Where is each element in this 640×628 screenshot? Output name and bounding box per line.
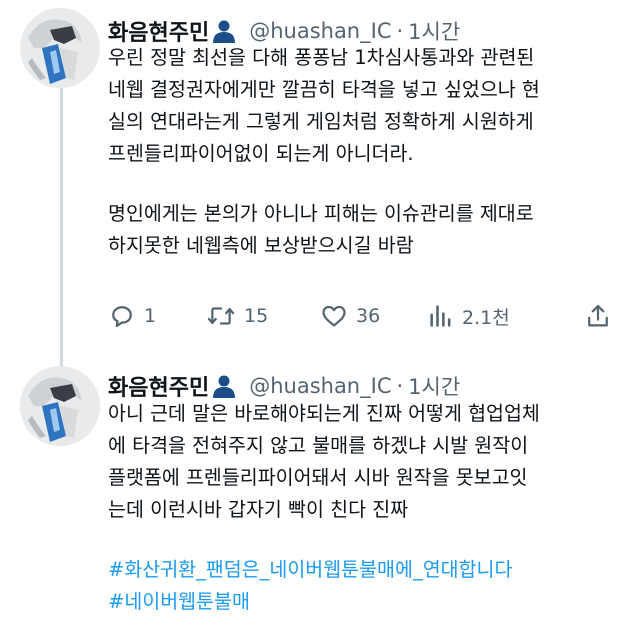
user-handle[interactable]: @huashan_IC (249, 19, 391, 43)
share-button[interactable] (584, 296, 612, 336)
share-icon (584, 302, 612, 330)
tweet-actions: 1 15 36 2.1천 (108, 296, 618, 336)
tweet-text-line: 플랫폼에 프렌들리파이어돼서 시바 원작을 못보고잇 (108, 466, 528, 489)
reply-count: 1 (144, 305, 157, 327)
hashtag-link[interactable]: #화산귀환_팬덤은_네이버웹툰불매에_연대합니다 (108, 554, 624, 586)
avatar[interactable] (20, 8, 100, 88)
retweet-icon (206, 302, 236, 330)
like-button[interactable]: 36 (320, 296, 380, 336)
tweet-text-line: 프렌들리파이어없이 되는게 아니더라. (108, 142, 414, 165)
reply-button[interactable]: 1 (108, 296, 156, 336)
timestamp[interactable]: 1시간 (408, 371, 460, 401)
view-count: 2.1천 (462, 306, 510, 329)
avatar[interactable] (20, 366, 100, 446)
tweet-text-line: 네웹 결정권자에게만 깔끔히 타격을 넣고 싶었으나 현 (108, 78, 540, 101)
tweet-text-spacer (108, 526, 624, 554)
tweet-text-line: 에 타격을 전혀주지 않고 불매를 하겠냐 시발 원작이 (108, 434, 529, 457)
tweet-text-line: 실의 연대라는게 그렇게 게임처럼 정확하게 시원하게 (108, 110, 534, 133)
reply-icon (108, 302, 136, 330)
heart-icon (320, 302, 348, 330)
separator-dot: · (396, 374, 404, 398)
retweet-count: 15 (244, 305, 269, 327)
separator-dot: · (396, 19, 404, 43)
hashtag-link[interactable]: #네이버웹툰불매 (108, 586, 624, 618)
tweet-text-line: 아니 근데 말은 바로해야되는게 진짜 어떻게 협업업체 (108, 402, 540, 425)
analytics-icon (428, 302, 454, 330)
tweet-text-line: 명인에게는 본의가 아니나 피해는 이슈관리를 제대로 (108, 202, 534, 225)
tweet[interactable]: 화음현주민 @huashan_IC · 1시간 아니 근데 말은 바로해야되는게… (0, 362, 640, 628)
tweet-text: 아니 근데 말은 바로해야되는게 진짜 어떻게 협업업체 에 타격을 전혀주지 … (108, 398, 624, 618)
tweet-text-line: 우린 정말 최선을 다해 퐁퐁남 1차심사통과와 관련된 (108, 46, 535, 69)
tweet[interactable]: 화음현주민 @huashan_IC · 1시간 우린 정말 최선을 다해 퐁퐁남… (0, 0, 640, 368)
like-count: 36 (356, 305, 381, 327)
tweet-text: 우린 정말 최선을 다해 퐁퐁남 1차심사통과와 관련된 네웹 결정권자에게만 … (108, 42, 624, 262)
person-icon (211, 18, 237, 44)
person-icon (211, 373, 237, 399)
views-button[interactable]: 2.1천 (428, 296, 510, 336)
thread-connector-line (60, 86, 63, 368)
tweet-text-line: 는데 이런시바 갑자기 빡이 친다 진짜 (108, 498, 409, 521)
retweet-button[interactable]: 15 (206, 296, 268, 336)
user-handle[interactable]: @huashan_IC (249, 374, 391, 398)
tweet-text-line: 하지못한 네웹측에 보상받으시길 바람 (108, 234, 414, 257)
